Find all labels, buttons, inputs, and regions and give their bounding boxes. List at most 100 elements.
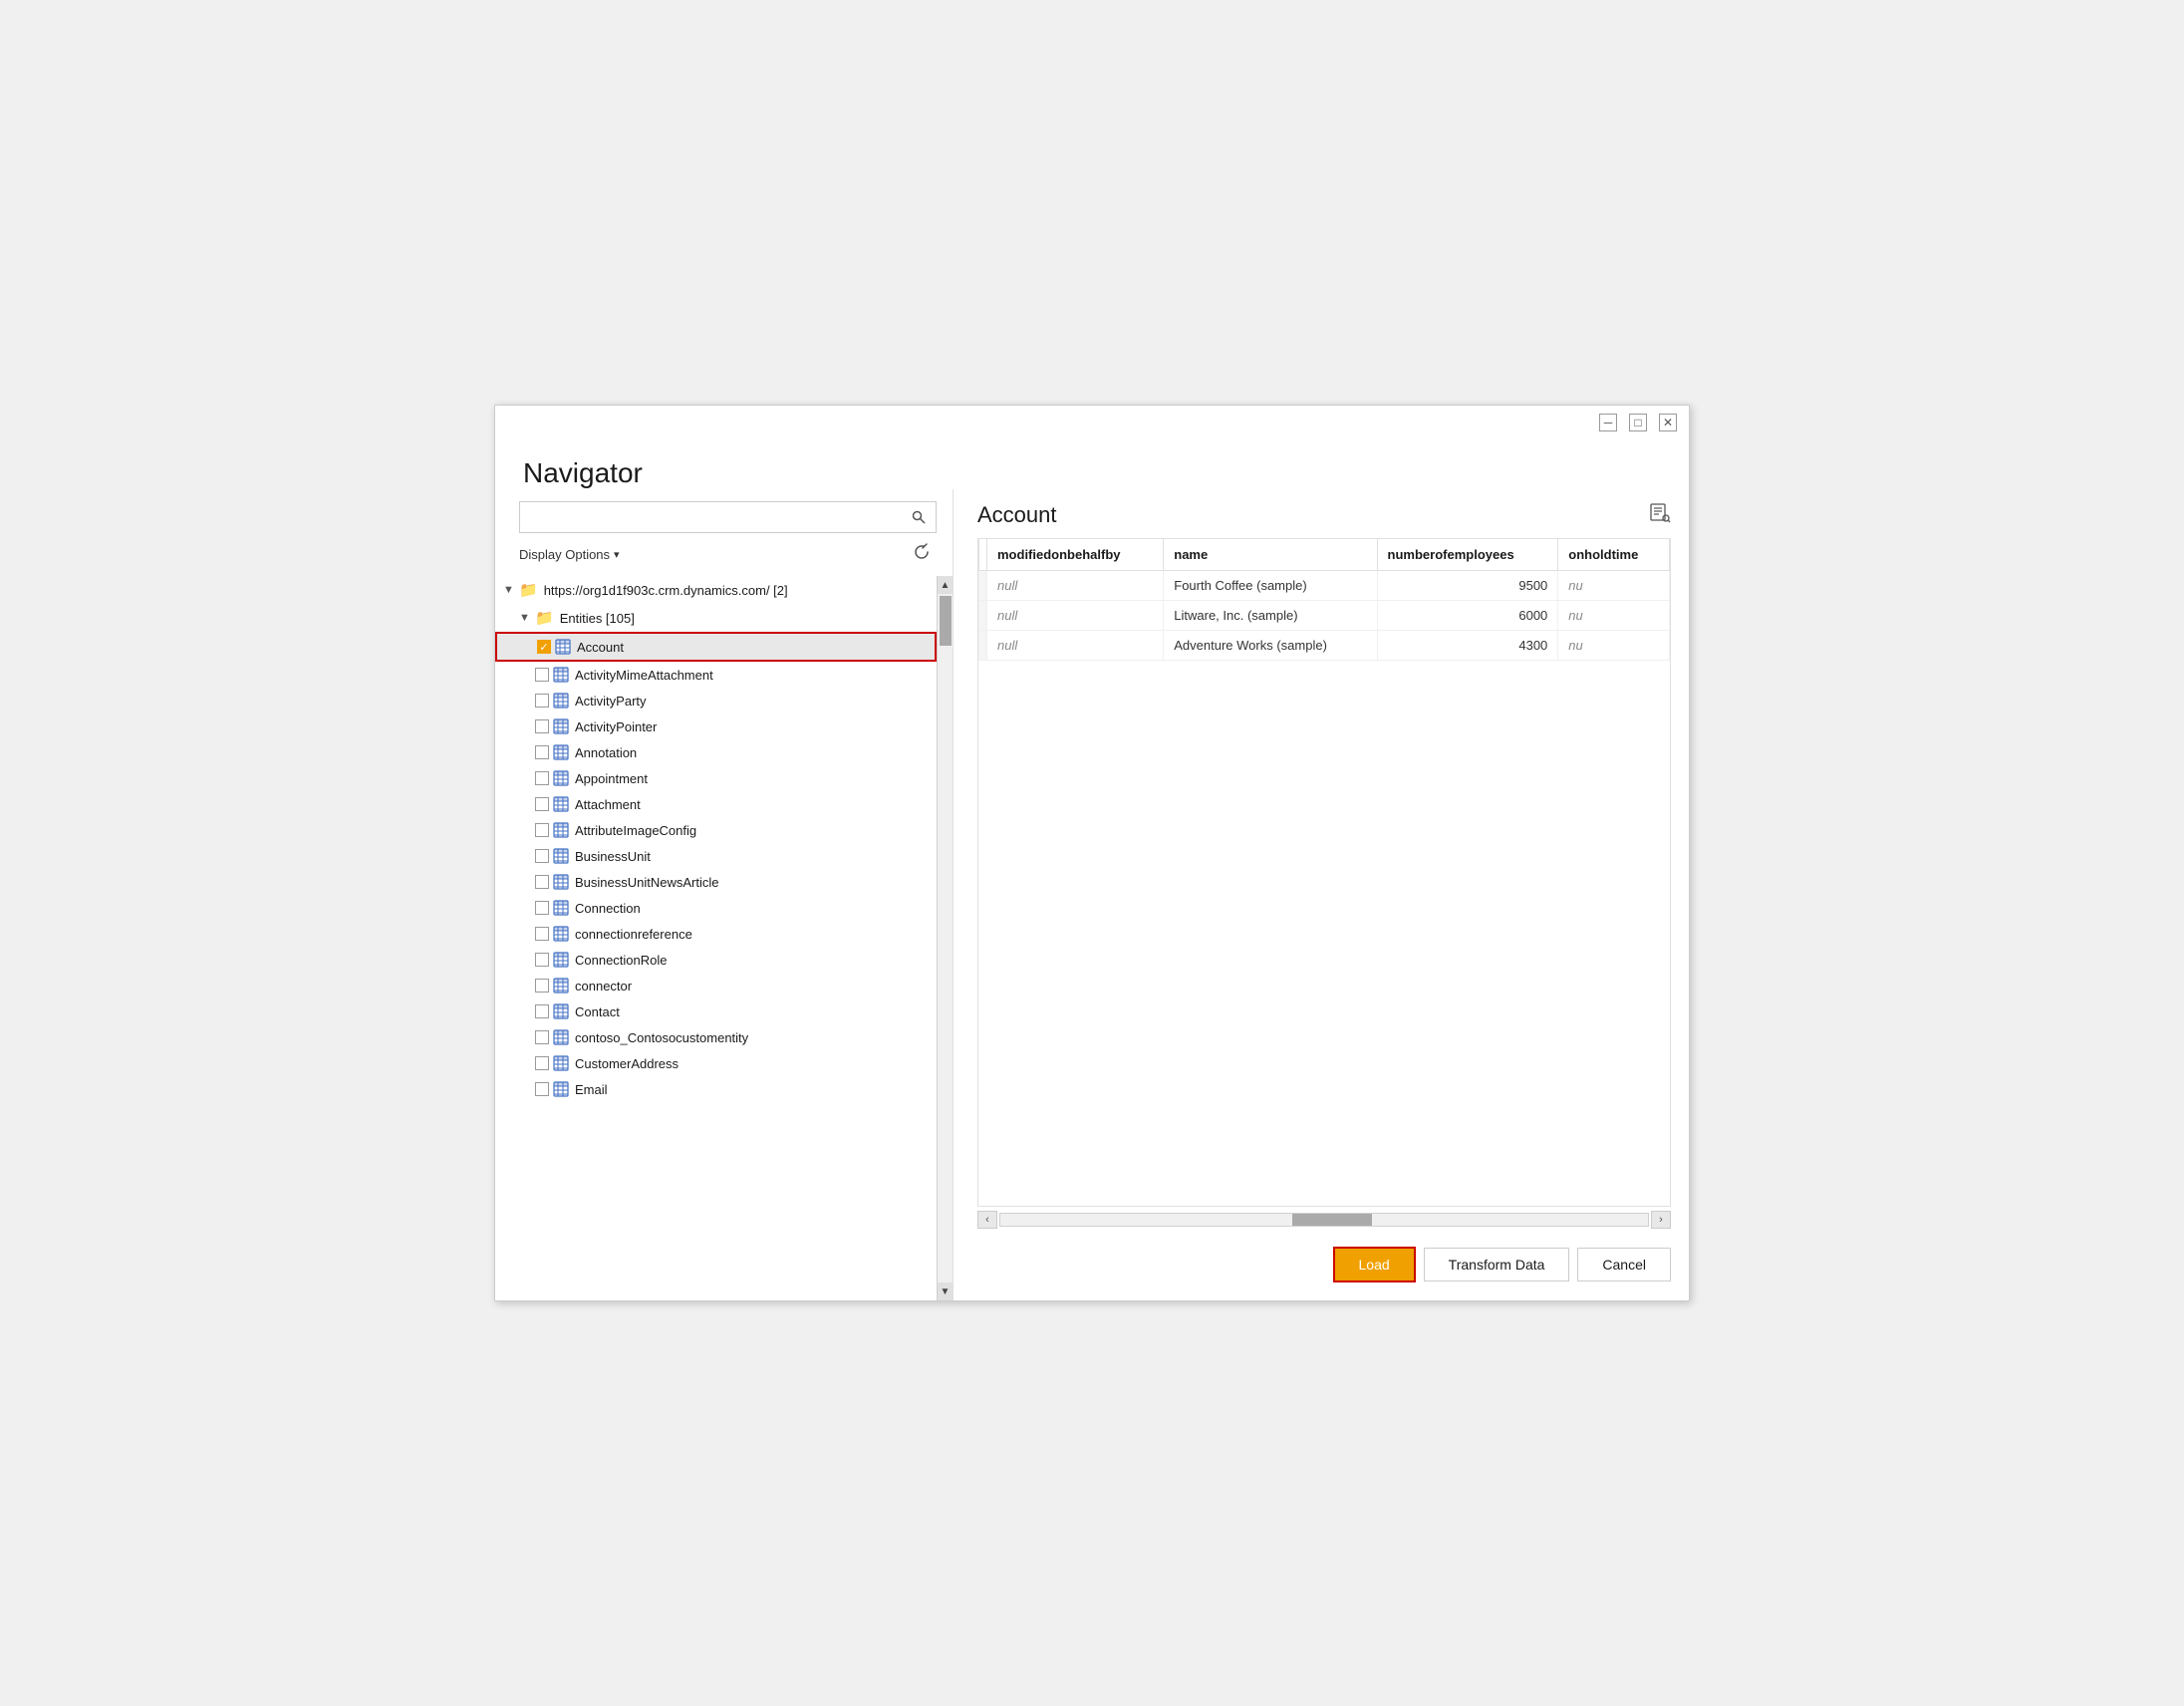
table-icon-17: [553, 1081, 569, 1097]
table-col-onholdtime[interactable]: onholdtime: [1558, 539, 1670, 571]
cell-modifiedonbehalfby-0: null: [987, 571, 1164, 601]
checkbox-2[interactable]: [535, 694, 549, 708]
search-input[interactable]: [520, 502, 902, 532]
checkbox-17[interactable]: [535, 1082, 549, 1096]
item-label-10: Connection: [575, 901, 641, 916]
tree-root-node[interactable]: ▼ 📁 https://org1d1f903c.crm.dynamics.com…: [495, 576, 937, 604]
entities-label: Entities [105]: [560, 611, 635, 626]
hscroll-left-arrow[interactable]: ‹: [977, 1211, 997, 1229]
hscroll-thumb[interactable]: [1292, 1214, 1372, 1226]
item-label-12: ConnectionRole: [575, 953, 668, 968]
item-label-16: CustomerAddress: [575, 1056, 679, 1071]
tree-item-6[interactable]: Attachment: [495, 791, 937, 817]
tree-item-3[interactable]: ActivityPointer: [495, 713, 937, 739]
checkbox-11[interactable]: [535, 927, 549, 941]
right-panel: Account: [954, 489, 1689, 1300]
preview-settings-icon[interactable]: [1649, 501, 1671, 528]
tree-container: ▼ 📁 https://org1d1f903c.crm.dynamics.com…: [495, 576, 953, 1300]
tree-item-15[interactable]: contoso_Contosocustomentity: [495, 1024, 937, 1050]
refresh-button[interactable]: [907, 541, 937, 568]
item-label-4: Annotation: [575, 745, 637, 760]
checkbox-8[interactable]: [535, 849, 549, 863]
display-options-button[interactable]: Display Options ▾: [519, 547, 620, 562]
checkbox-account[interactable]: ✓: [537, 640, 551, 654]
cell-modifiedonbehalfby-1: null: [987, 601, 1164, 631]
checkbox-3[interactable]: [535, 719, 549, 733]
table-col-numberofemployees[interactable]: numberofemployees: [1377, 539, 1558, 571]
tree-item-account[interactable]: ✓ Account: [495, 632, 937, 662]
tree-item-14[interactable]: Contact: [495, 998, 937, 1024]
row-indicator: [979, 571, 987, 601]
item-label-8: BusinessUnit: [575, 849, 651, 864]
page-header: Navigator: [495, 439, 1689, 489]
item-label-6: Attachment: [575, 797, 641, 812]
hscroll-track: [999, 1213, 1649, 1227]
table-icon-13: [553, 978, 569, 994]
checkbox-10[interactable]: [535, 901, 549, 915]
checkbox-6[interactable]: [535, 797, 549, 811]
cell-name-0: Fourth Coffee (sample): [1164, 571, 1377, 601]
tree-item-13[interactable]: connector: [495, 973, 937, 998]
table-icon-12: [553, 952, 569, 968]
table-icon-3: [553, 718, 569, 734]
hscroll-right-arrow[interactable]: ›: [1651, 1211, 1671, 1229]
navigator-window: ─ □ ✕ Navigator: [494, 405, 1690, 1301]
tree-entities-node[interactable]: ▼ 📁 Entities [105]: [495, 604, 937, 632]
tree-item-1[interactable]: ActivityMimeAttachment: [495, 662, 937, 688]
checkbox-15[interactable]: [535, 1030, 549, 1044]
cell-modifiedonbehalfby-2: null: [987, 631, 1164, 661]
transform-data-button[interactable]: Transform Data: [1424, 1248, 1570, 1281]
load-button[interactable]: Load: [1333, 1247, 1416, 1282]
item-label-11: connectionreference: [575, 927, 692, 942]
table-header-row: modifiedonbehalfby name numberofemployee…: [979, 539, 1670, 571]
scroll-up-arrow[interactable]: ▲: [938, 576, 954, 594]
row-indicator: [979, 631, 987, 661]
checkbox-14[interactable]: [535, 1004, 549, 1018]
table-icon-4: [553, 744, 569, 760]
table-icon-account: [555, 639, 571, 655]
search-box: [519, 501, 937, 533]
tree-item-10[interactable]: Connection: [495, 895, 937, 921]
checkbox-7[interactable]: [535, 823, 549, 837]
item-label-15: contoso_Contosocustomentity: [575, 1030, 748, 1045]
checkbox-1[interactable]: [535, 668, 549, 682]
tree-item-11[interactable]: connectionreference: [495, 921, 937, 947]
page-title: Navigator: [523, 457, 643, 488]
minimize-button[interactable]: ─: [1599, 414, 1617, 431]
main-layout: Display Options ▾ ▼ 📁: [495, 489, 1689, 1300]
search-button[interactable]: [902, 502, 936, 532]
tree-item-8[interactable]: BusinessUnit: [495, 843, 937, 869]
checkbox-5[interactable]: [535, 771, 549, 785]
tree-item-17[interactable]: Email: [495, 1076, 937, 1102]
table-row[interactable]: null Adventure Works (sample) 4300 nu: [979, 631, 1670, 661]
tree-item-9[interactable]: BusinessUnitNewsArticle: [495, 869, 937, 895]
tree-item-16[interactable]: CustomerAddress: [495, 1050, 937, 1076]
table-icon-8: [553, 848, 569, 864]
item-label-0: Account: [577, 640, 624, 655]
close-button[interactable]: ✕: [1659, 414, 1677, 431]
tree-item-7[interactable]: AttributeImageConfig: [495, 817, 937, 843]
checkbox-16[interactable]: [535, 1056, 549, 1070]
checkbox-13[interactable]: [535, 979, 549, 993]
table-icon-14: [553, 1003, 569, 1019]
table-row[interactable]: null Fourth Coffee (sample) 9500 nu: [979, 571, 1670, 601]
scroll-down-arrow[interactable]: ▼: [938, 1282, 954, 1300]
table-row[interactable]: null Litware, Inc. (sample) 6000 nu: [979, 601, 1670, 631]
tree-item-2[interactable]: ActivityParty: [495, 688, 937, 713]
scroll-thumb[interactable]: [940, 596, 952, 646]
preview-table: modifiedonbehalfby name numberofemployee…: [978, 539, 1670, 661]
table-icon-6: [553, 796, 569, 812]
checkbox-9[interactable]: [535, 875, 549, 889]
cell-name-2: Adventure Works (sample): [1164, 631, 1377, 661]
table-col-modifiedonbehalfby[interactable]: modifiedonbehalfby: [987, 539, 1164, 571]
display-options-row: Display Options ▾: [519, 541, 937, 568]
tree-item-12[interactable]: ConnectionRole: [495, 947, 937, 973]
table-col-name[interactable]: name: [1164, 539, 1377, 571]
tree-item-4[interactable]: Annotation: [495, 739, 937, 765]
tree-item-5[interactable]: Appointment: [495, 765, 937, 791]
cancel-button[interactable]: Cancel: [1577, 1248, 1671, 1281]
item-label-2: ActivityParty: [575, 694, 647, 709]
checkbox-4[interactable]: [535, 745, 549, 759]
maximize-button[interactable]: □: [1629, 414, 1647, 431]
checkbox-12[interactable]: [535, 953, 549, 967]
